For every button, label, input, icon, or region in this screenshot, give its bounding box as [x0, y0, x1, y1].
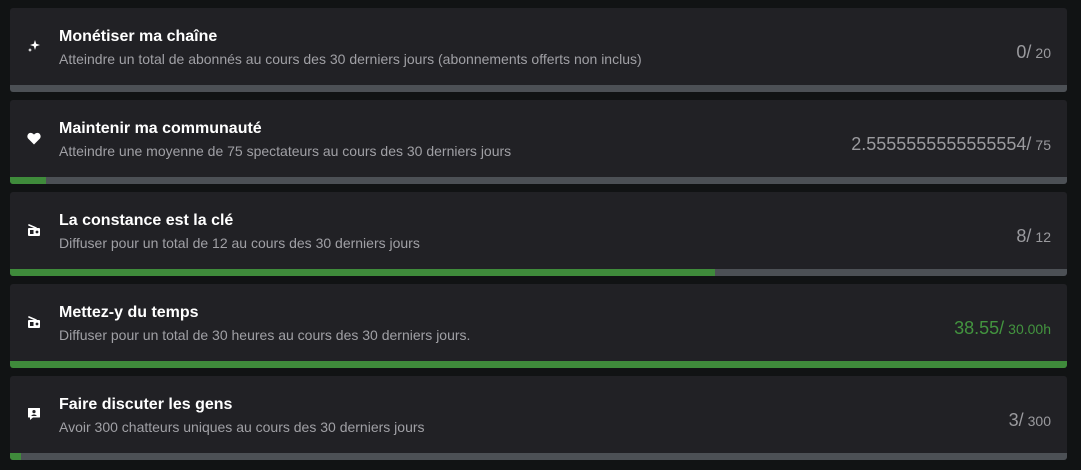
broadcast-icon	[26, 222, 42, 238]
goal-title: Mettez-y du temps	[59, 304, 199, 321]
goal-progress-fill	[10, 361, 1067, 368]
goal-count: 0/20	[1016, 42, 1051, 63]
goal-title: La constance est la clé	[59, 212, 234, 229]
goal-description: Atteindre un total de abonnés au cours d…	[59, 51, 642, 67]
goal-progress-fill	[10, 269, 716, 276]
goal-count: 2.5555555555555554/75	[851, 134, 1051, 155]
goal-progress-bar	[10, 361, 1067, 368]
goal-description: Diffuser pour un total de 12 au cours de…	[59, 235, 420, 251]
goal-progress-bar	[10, 177, 1067, 184]
goal-title: Monétiser ma chaîne	[59, 28, 218, 45]
goal-progress-bar	[10, 269, 1067, 276]
goal-description: Avoir 300 chatteurs uniques au cours des…	[59, 419, 425, 435]
goal-description: Diffuser pour un total de 30 heures au c…	[59, 327, 471, 343]
goal-target-value: 20	[1035, 45, 1051, 61]
goal-description: Atteindre une moyenne de 75 spectateurs …	[59, 143, 512, 159]
goal-target-value: 75	[1035, 137, 1051, 153]
goal-progress-bar	[10, 453, 1067, 460]
sparkle-icon	[26, 38, 42, 54]
goal-count: 8/12	[1016, 226, 1051, 247]
goal-target-value: 300	[1027, 413, 1051, 429]
goal-title: Faire discuter les gens	[59, 396, 233, 413]
goal-target-value: 12	[1035, 229, 1051, 245]
goal-card-monetize: Monétiser ma chaîne Atteindre un total d…	[10, 8, 1067, 92]
goal-current-value: 2.5555555555555554/	[851, 134, 1032, 154]
goal-card-consistency: La constance est la clé Diffuser pour un…	[10, 192, 1067, 276]
goal-count: 38.55/30.00h	[954, 318, 1051, 339]
goal-current-value: 3/	[1008, 410, 1024, 430]
heart-icon	[26, 130, 42, 146]
chat-icon	[26, 406, 42, 422]
broadcast-icon	[26, 314, 42, 330]
goal-card-time: Mettez-y du temps Diffuser pour un total…	[10, 284, 1067, 368]
goal-current-value: 38.55/	[954, 318, 1005, 338]
goal-current-value: 8/	[1016, 226, 1032, 246]
goal-progress-fill	[10, 453, 21, 460]
goal-target-value: 30.00h	[1008, 321, 1051, 337]
goal-card-community: Maintenir ma communauté Atteindre une mo…	[10, 100, 1067, 184]
goal-progress-fill	[10, 177, 46, 184]
goals-list: Monétiser ma chaîne Atteindre un total d…	[10, 8, 1067, 468]
goal-progress-bar	[10, 85, 1067, 92]
goal-card-chatters: Faire discuter les gens Avoir 300 chatte…	[10, 376, 1067, 460]
goal-title: Maintenir ma communauté	[59, 120, 262, 137]
goal-current-value: 0/	[1016, 42, 1032, 62]
goal-count: 3/300	[1009, 410, 1051, 431]
